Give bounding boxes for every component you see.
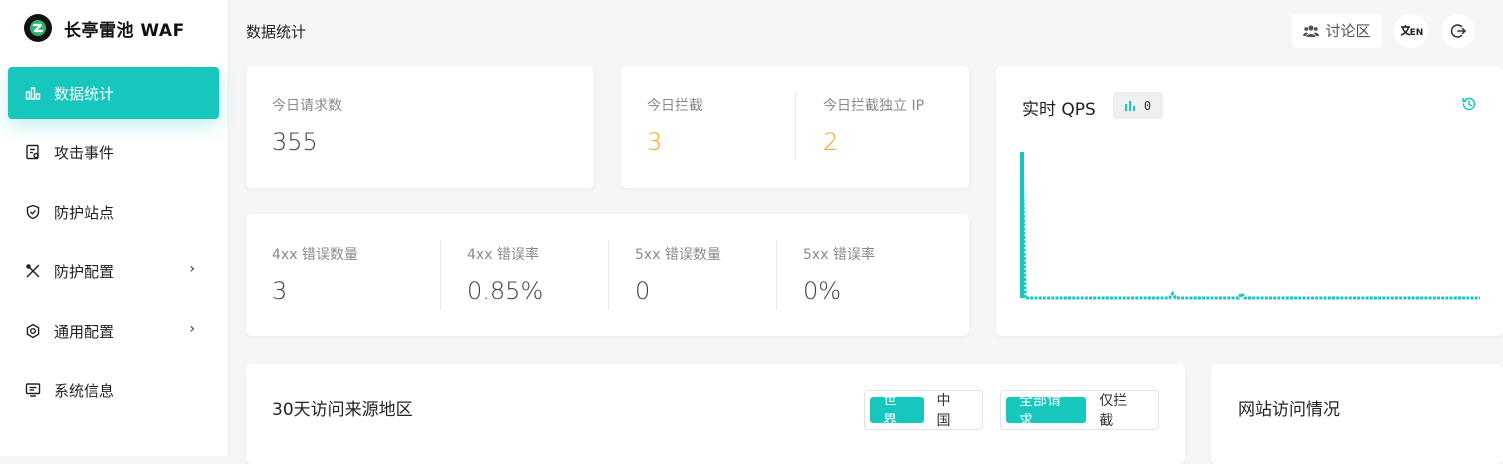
5xx-rate-value: 0% [803,277,842,305]
mini-bar-icon [1124,100,1136,111]
today-blocked-ip-label: 今日拦截独立 IP [823,98,925,114]
sidebar-item-label: 攻击事件 [54,143,115,162]
sidebar: 长亭雷池 WAF 数据统计 攻击事件 防护站点 防护配置 › 通用配置 › 系统… [0,0,227,456]
sidebar-item-stats[interactable]: 数据统计 [8,67,219,119]
error-stats-card: 4xx 错误数量 3 4xx 错误率 0.85% 5xx 错误数量 0 5xx … [246,214,969,336]
sidebar-item-label: 数据统计 [54,84,115,103]
shield-icon [25,204,41,220]
qps-series-line [1020,151,1480,300]
site-access-title: 网站访问情况 [1238,400,1340,420]
today-blocked-value: 3 [647,128,663,156]
filter-toggle: 全部请求 仅拦截 [1000,390,1159,430]
5xx-rate-label: 5xx 错误率 [803,247,875,263]
sidebar-item-system-info[interactable]: 系统信息 [8,364,219,416]
today-blocked-card: 今日拦截 3 今日拦截独立 IP 2 [621,66,969,188]
app-logo[interactable]: 长亭雷池 WAF [24,13,185,43]
qps-current-badge: 0 [1113,92,1163,119]
history-icon[interactable] [1461,96,1477,112]
today-requests-value: 355 [272,128,318,156]
language-icon: EN [1399,24,1423,38]
qps-current-value: 0 [1143,98,1152,113]
gear-icon [25,323,41,339]
filter-all-button[interactable]: 全部请求 [1006,393,1087,429]
logout-button[interactable] [1441,14,1475,48]
sidebar-item-general-config[interactable]: 通用配置 › [8,305,219,357]
divider [795,92,796,160]
page-title: 数据统计 [246,23,307,41]
bar-chart-icon [25,85,41,101]
monitor-icon [25,382,41,398]
app-name: 长亭雷池 WAF [64,20,185,41]
4xx-count-label: 4xx 错误数量 [272,247,358,263]
divider [608,240,609,310]
5xx-count-value: 0 [635,277,651,305]
today-blocked-label: 今日拦截 [647,98,703,114]
divider [776,240,777,310]
today-requests-label: 今日请求数 [272,98,342,114]
event-icon [25,144,41,160]
geo-title: 30天访问来源地区 [272,400,413,420]
logo-icon [24,14,52,42]
scope-toggle: 世界 中国 [864,390,983,430]
qps-chart [1020,151,1480,300]
forum-button[interactable]: 讨论区 [1292,13,1382,48]
sidebar-item-label: 防护站点 [54,203,115,222]
4xx-count-value: 3 [272,277,288,305]
5xx-count-label: 5xx 错误数量 [635,247,721,263]
sidebar-item-label: 系统信息 [54,381,115,400]
scope-world-button[interactable]: 世界 [870,393,924,429]
forum-label: 讨论区 [1325,22,1371,40]
chevron-right-icon: › [189,261,195,277]
language-toggle[interactable]: EN [1394,14,1428,48]
filter-blocked-button[interactable]: 仅拦截 [1086,393,1153,429]
chevron-right-icon: › [189,321,195,337]
tools-icon [25,263,41,279]
4xx-rate-value: 0.85% [467,277,544,305]
sidebar-item-label: 通用配置 [54,322,115,341]
today-blocked-ip-value: 2 [823,128,839,156]
today-requests-card: 今日请求数 355 [246,66,594,188]
sidebar-item-protection-config[interactable]: 防护配置 › [8,245,219,297]
divider [440,240,441,310]
4xx-rate-label: 4xx 错误率 [467,247,539,263]
qps-title: 实时 QPS [1022,100,1096,120]
scope-china-button[interactable]: 中国 [924,393,978,429]
users-icon [1303,24,1320,38]
sidebar-item-protected-sites[interactable]: 防护站点 [8,186,219,238]
logout-icon [1450,23,1466,39]
sidebar-item-attack-events[interactable]: 攻击事件 [8,126,219,178]
sidebar-item-label: 防护配置 [54,262,115,281]
